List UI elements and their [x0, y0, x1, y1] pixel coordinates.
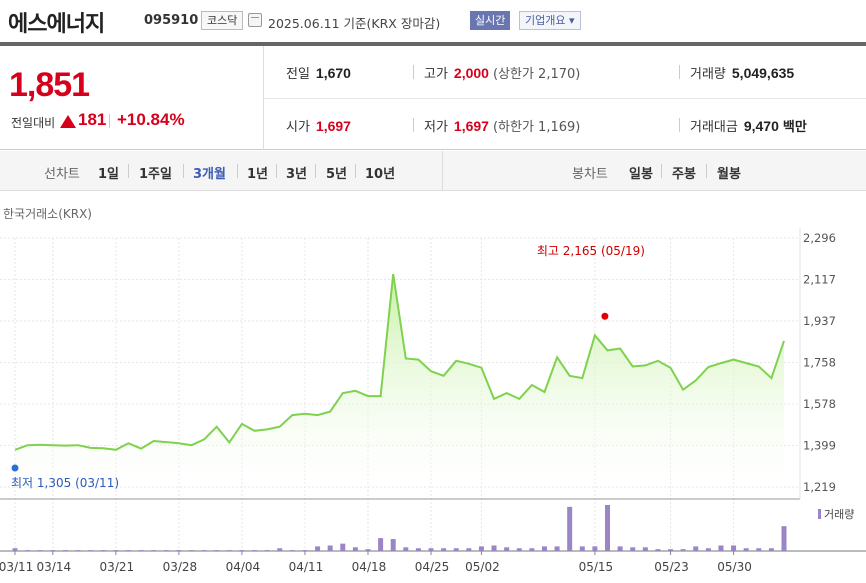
volume-bar — [504, 547, 510, 551]
y-tick-label: 1,578 — [803, 397, 836, 411]
volume-bar — [403, 547, 409, 551]
volume-bar — [264, 550, 270, 551]
volume-bar — [176, 550, 182, 551]
volume-bar — [188, 550, 194, 551]
x-tick-label: 05/02 — [465, 560, 500, 574]
volume-bar — [214, 550, 220, 551]
volume-bar — [390, 539, 396, 551]
volume-bar — [365, 549, 371, 551]
volume-bar — [239, 550, 245, 551]
volume-bar — [226, 550, 232, 551]
volume-bar — [756, 548, 762, 551]
volume-bar — [352, 547, 358, 551]
volume-bar — [718, 545, 724, 551]
x-tick-label: 03/14 — [37, 560, 72, 574]
volume-bar — [415, 548, 421, 551]
volume-bar — [113, 550, 119, 551]
y-tick-label: 1,758 — [803, 356, 836, 370]
volume-bar — [605, 505, 611, 551]
volume-bar — [340, 543, 346, 551]
min-label: 최저 1,305 (03/11) — [11, 476, 119, 490]
volume-bar — [680, 549, 686, 551]
max-label: 최고 2,165 (05/19) — [537, 244, 645, 258]
volume-bar — [630, 547, 636, 551]
volume-bar — [100, 550, 106, 551]
y-tick-label: 2,296 — [803, 231, 836, 245]
volume-bar — [705, 548, 711, 551]
y-tick-label: 1,937 — [803, 314, 836, 328]
volume-bar — [516, 548, 522, 551]
volume-legend-swatch — [818, 509, 821, 519]
volume-bar — [768, 548, 774, 551]
volume-bar — [642, 547, 648, 551]
volume-bar — [163, 550, 169, 551]
volume-bar — [491, 545, 497, 551]
volume-bar — [655, 549, 661, 551]
x-tick-label: 04/04 — [226, 560, 261, 574]
volume-bar — [579, 546, 585, 551]
volume-bar — [201, 550, 207, 551]
min-point-marker — [11, 464, 19, 472]
volume-bar — [252, 550, 258, 551]
x-tick-label: 05/15 — [579, 560, 614, 574]
volume-bar — [731, 545, 737, 551]
volume-bar — [302, 550, 308, 551]
volume-bar — [529, 548, 535, 551]
x-tick-label: 04/11 — [289, 560, 324, 574]
volume-bar — [25, 550, 31, 551]
volume-bar — [12, 548, 18, 551]
volume-bar — [668, 549, 674, 551]
x-tick-label: 04/18 — [352, 560, 387, 574]
volume-bar — [541, 546, 547, 551]
volume-bar — [554, 546, 560, 551]
x-tick-label: 03/11 — [0, 560, 33, 574]
volume-bar — [327, 545, 333, 551]
volume-bar — [693, 546, 699, 551]
volume-bar — [441, 548, 447, 551]
volume-bar — [315, 546, 321, 551]
y-tick-label: 2,117 — [803, 273, 836, 287]
volume-bar — [138, 550, 144, 551]
volume-bar — [617, 546, 623, 551]
max-point-marker — [601, 312, 609, 320]
x-tick-label: 03/28 — [163, 560, 198, 574]
volume-legend-label: 거래량 — [824, 508, 854, 521]
price-area — [15, 274, 784, 487]
volume-bar — [466, 548, 472, 551]
volume-bar — [378, 538, 384, 551]
volume-bar — [75, 550, 81, 551]
x-tick-label: 04/25 — [415, 560, 450, 574]
volume-bar — [743, 548, 749, 551]
y-tick-label: 1,219 — [803, 480, 836, 494]
volume-bar — [88, 550, 94, 551]
volume-bar — [428, 548, 434, 551]
price-chart: 2,296 2,117 1,937 1,758 1,578 1,399 1,219 03/1… — [0, 228, 866, 574]
volume-bar — [781, 526, 787, 551]
volume-bar — [453, 548, 459, 551]
x-tick-label: 05/30 — [717, 560, 752, 574]
x-tick-label: 03/21 — [100, 560, 135, 574]
volume-bar — [277, 548, 283, 551]
x-tick-label: 05/23 — [654, 560, 689, 574]
volume-bar — [37, 550, 43, 551]
volume-bar — [567, 506, 573, 551]
y-tick-label: 1,399 — [803, 439, 836, 453]
volume-bar — [62, 550, 68, 551]
volume-bar — [592, 546, 598, 551]
volume-bar — [478, 546, 484, 551]
volume-bar — [289, 550, 295, 551]
volume-bar — [125, 550, 131, 551]
volume-bar — [50, 550, 56, 551]
volume-bar — [151, 550, 157, 551]
